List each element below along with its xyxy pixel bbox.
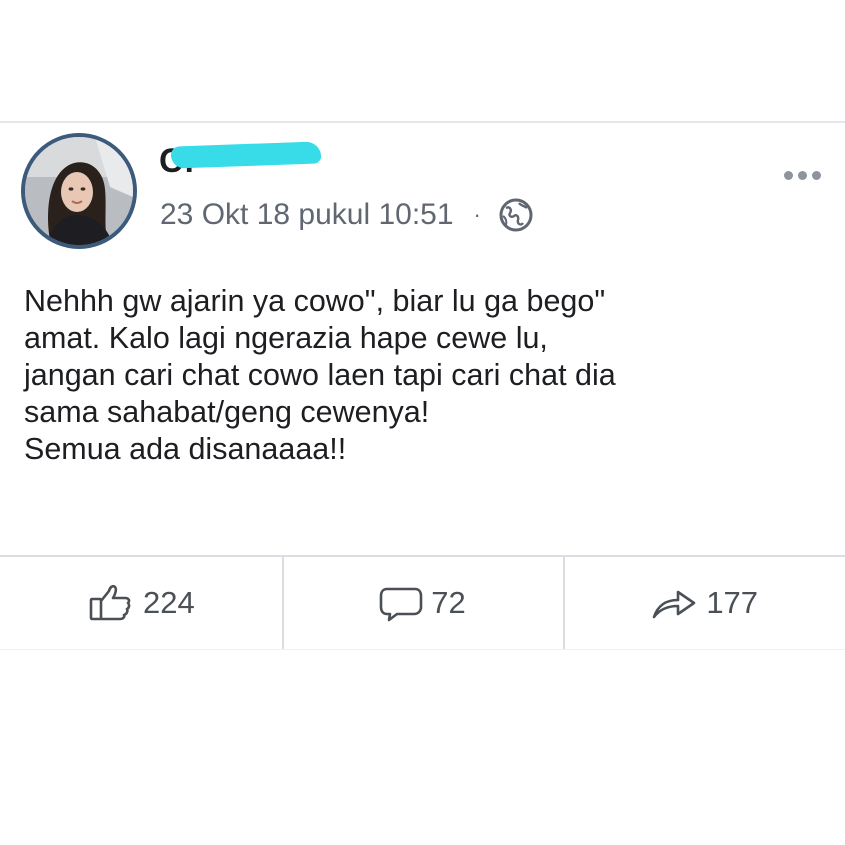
share-button[interactable]: 177 [563, 557, 845, 649]
more-dot [798, 171, 807, 180]
post-text-line: Nehhh gw ajarin ya cowo", biar lu ga beg… [24, 284, 606, 318]
globe-icon[interactable] [497, 196, 535, 234]
more-options-icon[interactable] [784, 171, 821, 180]
meta-separator: · [473, 202, 481, 227]
post-text-line: jangan cari chat cowo laen tapi cari cha… [24, 358, 616, 392]
top-divider [0, 121, 845, 123]
post-text-line: amat. Kalo lagi ngerazia hape cewe lu, [24, 321, 548, 355]
name-redaction-mark [170, 141, 322, 169]
thumbs-up-icon [89, 584, 131, 621]
share-count: 177 [706, 585, 759, 620]
avatar[interactable] [21, 133, 137, 249]
post-meta: 23 Okt 18 pukul 10:51 · [160, 195, 535, 235]
post-text: Nehhh gw ajarin ya cowo", biar lu ga beg… [24, 283, 824, 468]
post-text-line: sama sahabat/geng cewenya! [24, 395, 430, 429]
post-actions-bar: 224 72 177 [0, 555, 845, 650]
more-dot [784, 171, 793, 180]
profile-photo [25, 137, 133, 245]
speech-bubble-icon [379, 587, 423, 622]
comment-button[interactable]: 72 [281, 557, 564, 649]
like-count: 224 [142, 585, 195, 620]
post-text-line: Semua ada disanaaaa!! [24, 432, 347, 466]
author-name[interactable]: Cl [157, 138, 327, 180]
comment-count: 72 [431, 585, 466, 620]
like-button[interactable]: 224 [0, 557, 282, 649]
post-timestamp[interactable]: 23 Okt 18 pukul 10:51 [160, 198, 454, 232]
page: Cl 23 Okt 18 pukul 10:51 · Nehhh gw ajar… [0, 0, 845, 845]
more-dot [812, 171, 821, 180]
share-arrow-icon [653, 590, 696, 619]
